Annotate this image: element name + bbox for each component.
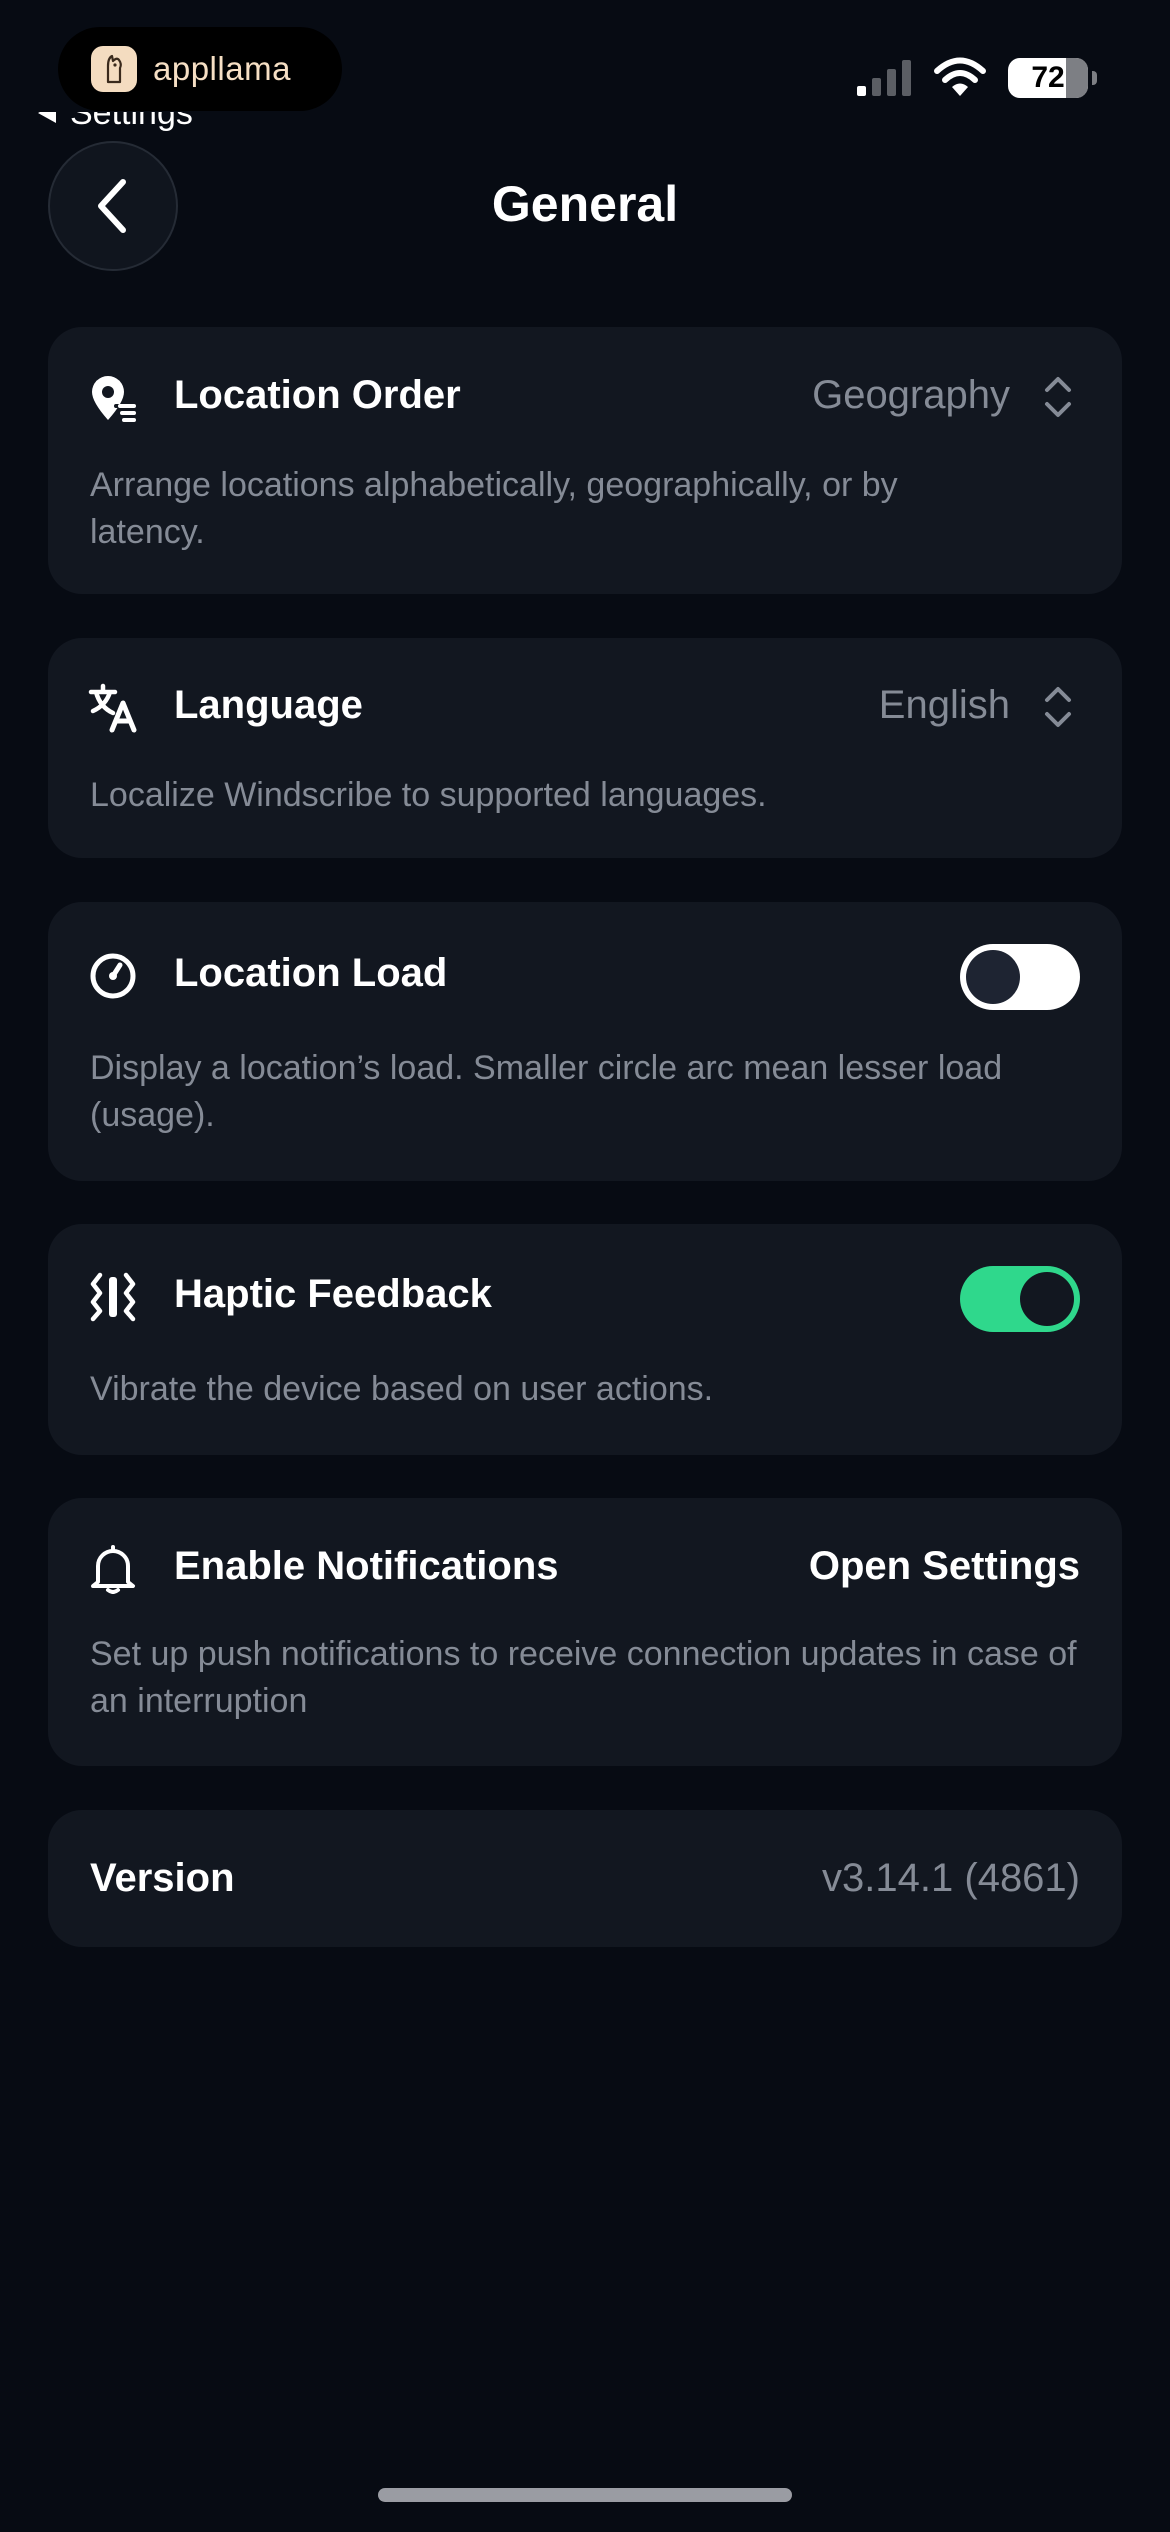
location-order-card[interactable]: Location Order Geography Arrange locatio… (48, 327, 1122, 594)
location-order-value[interactable]: Geography (812, 373, 1010, 418)
battery-empty-section (1066, 58, 1088, 98)
translate-icon (88, 683, 138, 733)
location-load-description: Display a location’s load. Smaller circl… (90, 1049, 1003, 1134)
battery-cap (1092, 71, 1097, 85)
bell-icon (88, 1544, 138, 1594)
location-load-toggle[interactable] (960, 944, 1080, 1010)
app-name: appllama (153, 50, 291, 87)
notifications-description: Set up push notifications to receive con… (90, 1635, 1077, 1720)
location-pin-sort-icon (88, 374, 138, 424)
location-load-title: Location Load (174, 951, 448, 995)
notifications-card: Enable Notifications Open Settings Set u… (48, 1498, 1122, 1766)
version-value: v3.14.1 (4861) (822, 1856, 1080, 1900)
cellular-signal-icon (857, 60, 911, 96)
chevron-up-down-icon[interactable] (1042, 683, 1074, 731)
back-triangle-icon (38, 112, 56, 123)
haptic-feedback-title: Haptic Feedback (174, 1272, 492, 1316)
language-title: Language (174, 683, 363, 727)
language-value[interactable]: English (879, 683, 1010, 728)
status-bar: Settings appllama 72 (0, 0, 1170, 150)
haptic-feedback-card: Haptic Feedback Vibrate the device based… (48, 1224, 1122, 1455)
haptic-feedback-toggle[interactable] (960, 1266, 1080, 1332)
page-title: General (491, 176, 679, 232)
chevron-up-down-icon[interactable] (1042, 373, 1074, 421)
toggle-knob (966, 950, 1020, 1004)
notifications-title: Enable Notifications (174, 1544, 559, 1588)
location-load-card: Location Load Display a location’s load.… (48, 902, 1122, 1181)
version-label: Version (90, 1856, 235, 1900)
haptic-feedback-description: Vibrate the device based on user actions… (90, 1370, 714, 1408)
open-settings-button[interactable]: Open Settings (809, 1544, 1080, 1589)
location-order-description: Arrange locations alphabetically, geogra… (90, 466, 898, 551)
wifi-icon (934, 57, 986, 96)
gauge-icon (88, 951, 138, 1001)
battery-icon: 72 (1008, 58, 1097, 98)
language-card[interactable]: Language English Localize Windscribe to … (48, 638, 1122, 858)
language-description: Localize Windscribe to supported languag… (90, 776, 767, 814)
home-indicator[interactable] (378, 2488, 792, 2502)
screen-recording-pill: appllama (58, 27, 342, 111)
vibration-icon (88, 1272, 138, 1322)
toggle-knob (1020, 1272, 1074, 1326)
llama-logo-icon (91, 46, 137, 92)
location-order-title: Location Order (174, 373, 461, 417)
version-card: Version v3.14.1 (4861) (48, 1810, 1122, 1947)
